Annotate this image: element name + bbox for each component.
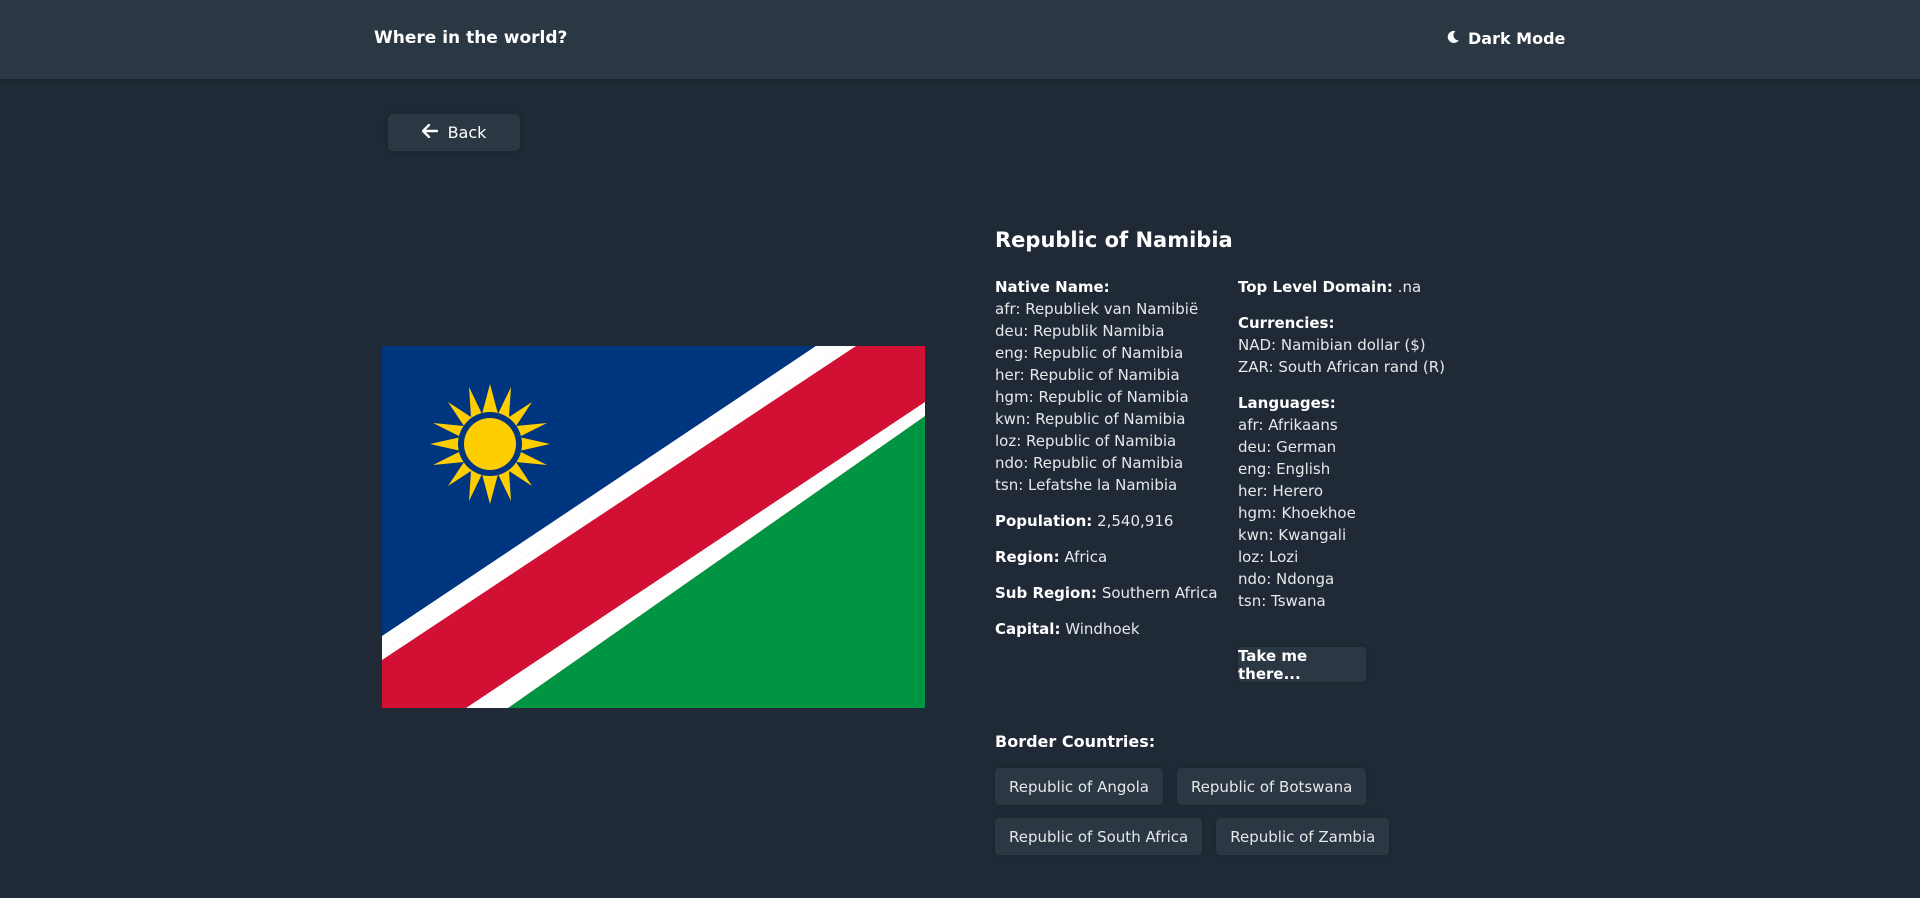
dark-mode-label: Dark Mode <box>1468 29 1566 48</box>
back-button[interactable]: Back <box>388 114 520 151</box>
country-flag <box>382 346 925 708</box>
top-navbar: Where in the world? Dark Mode <box>0 0 1920 79</box>
languages-label: Languages: <box>1238 394 1336 412</box>
subregion-value: Southern Africa <box>1101 584 1218 602</box>
capital-value: Windhoek <box>1065 620 1140 638</box>
native-name-item: hgm: Republic of Namibia <box>995 388 1189 406</box>
language-item: afr: Afrikaans <box>1238 416 1338 434</box>
language-item: tsn: Tswana <box>1238 592 1326 610</box>
language-item: hgm: Khoekhoe <box>1238 504 1356 522</box>
native-name-item: deu: Republik Namibia <box>995 322 1165 340</box>
language-item: eng: English <box>1238 460 1331 478</box>
population-value: 2,540,916 <box>1097 512 1174 530</box>
native-name-label: Native Name: <box>995 278 1110 296</box>
namibia-flag-image <box>382 346 925 708</box>
details-left-column: Native Name: afr: Republiek van Namibië … <box>995 276 1218 654</box>
language-item: loz: Lozi <box>1238 548 1299 566</box>
native-name-item: ndo: Republic of Namibia <box>995 454 1184 472</box>
currencies-group: Currencies: NAD: Namibian dollar ($) ZAR… <box>1238 312 1445 378</box>
tld-field: Top Level Domain: .na <box>1238 276 1445 298</box>
moon-icon <box>1446 29 1460 48</box>
border-countries-list: Republic of Angola Republic of Botswana … <box>995 768 1415 868</box>
native-name-item: tsn: Lefatshe la Namibia <box>995 476 1178 494</box>
tld-value: .na <box>1397 278 1422 296</box>
population-label: Population: <box>995 512 1093 530</box>
border-countries-title: Border Countries: <box>995 732 1156 751</box>
region-value: Africa <box>1064 548 1108 566</box>
take-me-there-button[interactable]: Take me there... <box>1238 647 1366 683</box>
subregion-label: Sub Region: <box>995 584 1098 602</box>
arrow-left-icon <box>421 123 438 142</box>
region-label: Region: <box>995 548 1060 566</box>
capital-field: Capital: Windhoek <box>995 618 1218 640</box>
native-name-item: afr: Republiek van Namibië <box>995 300 1199 318</box>
currencies-label: Currencies: <box>1238 314 1335 332</box>
back-label: Back <box>447 123 487 142</box>
subregion-field: Sub Region: Southern Africa <box>995 582 1218 604</box>
languages-group: Languages: afr: Afrikaans deu: German en… <box>1238 392 1445 612</box>
dark-mode-toggle[interactable]: Dark Mode <box>1446 29 1565 48</box>
border-country-button[interactable]: Republic of Zambia <box>1216 818 1390 855</box>
native-name-group: Native Name: afr: Republiek van Namibië … <box>995 276 1218 496</box>
native-name-item: kwn: Republic of Namibia <box>995 410 1186 428</box>
country-name: Republic of Namibia <box>995 228 1233 252</box>
language-item: her: Herero <box>1238 482 1324 500</box>
native-name-item: eng: Republic of Namibia <box>995 344 1184 362</box>
language-item: ndo: Ndonga <box>1238 570 1335 588</box>
currency-item: NAD: Namibian dollar ($) <box>1238 336 1426 354</box>
border-country-button[interactable]: Republic of Botswana <box>1176 768 1367 805</box>
border-row: Republic of Angola Republic of Botswana <box>995 768 1415 805</box>
region-field: Region: Africa <box>995 546 1218 568</box>
population-field: Population: 2,540,916 <box>995 510 1218 532</box>
capital-label: Capital: <box>995 620 1061 638</box>
native-name-item: her: Republic of Namibia <box>995 366 1180 384</box>
border-country-button[interactable]: Republic of Angola <box>995 768 1163 805</box>
details-right-column: Top Level Domain: .na Currencies: NAD: N… <box>1238 276 1445 626</box>
border-country-button[interactable]: Republic of South Africa <box>995 818 1203 855</box>
language-item: deu: German <box>1238 438 1337 456</box>
native-name-item: loz: Republic of Namibia <box>995 432 1177 450</box>
tld-label: Top Level Domain: <box>1238 278 1393 296</box>
currency-item: ZAR: South African rand (R) <box>1238 358 1446 376</box>
border-row: Republic of South Africa Republic of Zam… <box>995 818 1415 855</box>
language-item: kwn: Kwangali <box>1238 526 1347 544</box>
app-title[interactable]: Where in the world? <box>374 28 567 48</box>
